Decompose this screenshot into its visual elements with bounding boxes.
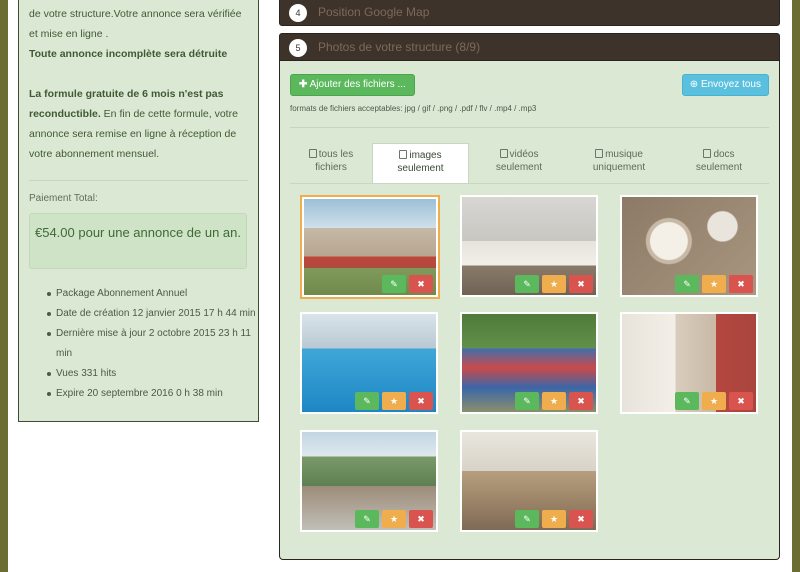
delete-button[interactable]: ✖	[729, 392, 753, 410]
image-gallery: ✎ ✖ ✎ ★ ✖ ✎ ★ ✖ ✎ ★ ✖ ✎ ★ ✖ ✎ ★ ✖ ✎ ★ ✖ …	[290, 183, 771, 548]
video-icon	[499, 149, 508, 158]
detail-expires: Expire 20 septembre 2016 0 h 38 min	[47, 384, 257, 404]
sidebar-formula: La formule gratuite de 6 mois n'est pas …	[29, 88, 238, 160]
tab-images[interactable]: images seulement	[372, 143, 469, 183]
tab-videos[interactable]: vidéos seulement	[469, 143, 569, 183]
photo-thumbnail[interactable]: ✎ ★ ✖	[460, 312, 598, 414]
star-button[interactable]: ★	[382, 510, 406, 528]
edit-button[interactable]: ✎	[355, 392, 379, 410]
photo-thumbnail[interactable]: ✎ ★ ✖	[300, 312, 438, 414]
add-files-button[interactable]: ✚ Ajouter des fichiers ...	[290, 74, 415, 96]
divider	[290, 127, 769, 128]
edit-button[interactable]: ✎	[382, 275, 406, 293]
doc-icon	[703, 149, 712, 158]
detail-created: Date de création 12 janvier 2015 17 h 44…	[47, 304, 257, 324]
detail-updated: Dernière mise à jour 2 octobre 2015 23 h…	[47, 324, 257, 364]
accepted-formats: formats de fichiers acceptables: jpg / g…	[290, 104, 537, 113]
sidebar-warning: Toute annonce incomplète sera détruite	[29, 48, 228, 60]
delete-button[interactable]: ✖	[409, 510, 433, 528]
photo-thumbnail[interactable]: ✎ ★ ✖	[620, 195, 758, 297]
sidebar: de votre structure.Votre annonce sera vé…	[18, 0, 259, 422]
edit-button[interactable]: ✎	[515, 275, 539, 293]
sidebar-line-2: et mise en ligne .	[29, 28, 109, 40]
delete-button[interactable]: ✖	[569, 392, 593, 410]
delete-button[interactable]: ✖	[409, 275, 433, 293]
tab-docs[interactable]: docs seulement	[669, 143, 769, 183]
detail-views: Vues 331 hits	[47, 364, 257, 384]
tab-music[interactable]: musique uniquement	[569, 143, 669, 183]
photo-thumbnail[interactable]: ✎ ★ ✖	[300, 430, 438, 532]
photo-thumbnail[interactable]: ✎ ★ ✖	[460, 430, 598, 532]
panel-photos-header[interactable]: 5 Photos de votre structure (8/9)	[279, 33, 780, 61]
file-type-tabs: tous les fichiers images seulement vidéos s…	[290, 143, 771, 183]
page: de votre structure.Votre annonce sera vé…	[8, 0, 792, 572]
star-button[interactable]: ★	[382, 392, 406, 410]
star-button[interactable]: ★	[542, 275, 566, 293]
edit-button[interactable]: ✎	[355, 510, 379, 528]
sidebar-text: de votre structure.Votre annonce sera vé…	[29, 4, 251, 164]
panel-google-map-header[interactable]: 4 Position Google Map	[279, 0, 780, 26]
photo-thumbnail[interactable]: ✎ ★ ✖	[460, 195, 598, 297]
delete-button[interactable]: ✖	[569, 275, 593, 293]
upload-icon: ⊕	[689, 79, 699, 90]
edit-button[interactable]: ✎	[515, 392, 539, 410]
edit-button[interactable]: ✎	[675, 392, 699, 410]
plus-icon: ✚	[299, 79, 308, 90]
tab-all-files[interactable]: tous les fichiers	[290, 143, 372, 183]
price-box: €54.00 pour une annonce de un an.	[29, 213, 247, 269]
star-button[interactable]: ★	[702, 275, 726, 293]
divider	[29, 180, 248, 181]
panel-photos-body: ✚ Ajouter des fichiers ... ⊕ Envoyez tou…	[279, 61, 780, 560]
panel-title: Position Google Map	[318, 5, 430, 19]
star-button[interactable]: ★	[542, 392, 566, 410]
step-number: 4	[289, 4, 307, 22]
delete-button[interactable]: ✖	[729, 275, 753, 293]
step-number: 5	[289, 39, 307, 57]
payment-label: Paiement Total:	[29, 193, 98, 204]
music-icon	[595, 149, 604, 158]
star-button[interactable]: ★	[702, 392, 726, 410]
edit-button[interactable]: ✎	[515, 510, 539, 528]
delete-button[interactable]: ✖	[569, 510, 593, 528]
star-button[interactable]: ★	[542, 510, 566, 528]
photo-thumbnail[interactable]: ✎ ✖	[300, 195, 440, 299]
detail-package: Package Abonnement Annuel	[47, 284, 257, 304]
sidebar-line-1: de votre structure.Votre annonce sera vé…	[29, 8, 242, 20]
panel-title: Photos de votre structure (8/9)	[318, 40, 481, 54]
files-icon	[308, 149, 317, 158]
photo-thumbnail[interactable]: ✎ ★ ✖	[620, 312, 758, 414]
image-icon	[399, 150, 408, 159]
send-all-button[interactable]: ⊕ Envoyez tous	[681, 74, 769, 96]
delete-button[interactable]: ✖	[409, 392, 433, 410]
edit-button[interactable]: ✎	[675, 275, 699, 293]
details-list: Package Abonnement Annuel Date de créati…	[47, 284, 257, 404]
